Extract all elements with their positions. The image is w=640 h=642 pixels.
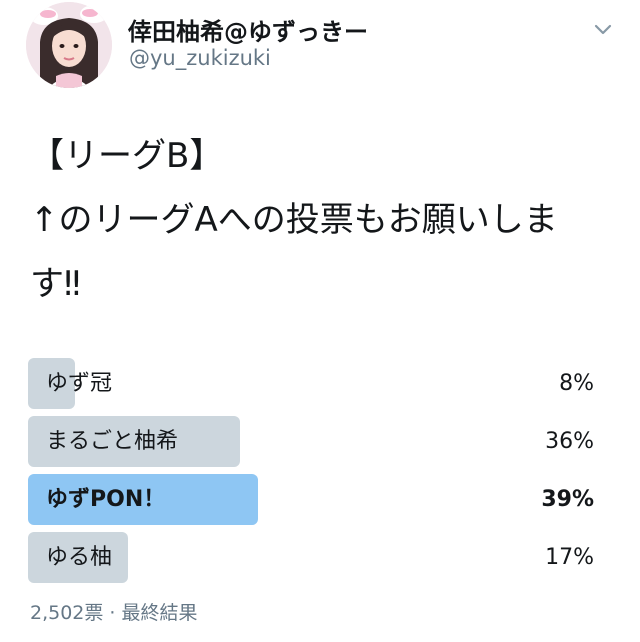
poll-meta: 2,502票 · 最終結果 [30,602,198,624]
avatar-image [26,2,112,88]
poll: ゆず冠 8% まるごと柚希 36% ゆずPON！ 39% ゆる柚 17% [28,358,602,590]
poll-option-percent: 36% [545,429,594,454]
poll-option-label: まるごと柚希 [46,429,179,454]
poll-option: ゆず冠 8% [28,358,602,409]
chevron-down-icon[interactable] [590,18,616,40]
poll-option-percent: 39% [541,487,594,512]
tweet-line: す‼︎ [30,264,81,304]
poll-option-label: ゆずPON！ [46,487,166,512]
poll-option: ゆずPON！ 39% [28,474,602,525]
poll-option: まるごと柚希 36% [28,416,602,467]
poll-option-percent: 17% [545,545,594,570]
poll-option: ゆる柚 17% [28,532,602,583]
tweet-line: 【リーグB】 [30,136,224,176]
poll-option-percent: 8% [559,371,594,396]
user-handle[interactable]: @yu_zukizuki [129,46,271,70]
poll-option-label: ゆず冠 [46,371,113,396]
avatar[interactable] [26,2,112,88]
poll-option-label: ゆる柚 [46,545,113,570]
tweet-line: ↑のリーグAへの投票もお願いしま [30,200,558,240]
display-name[interactable]: 倖田柚希@ゆずっきー [128,12,368,47]
tweet-text: 【リーグB】 ↑のリーグAへの投票もお願いしま す‼︎ [30,124,620,316]
